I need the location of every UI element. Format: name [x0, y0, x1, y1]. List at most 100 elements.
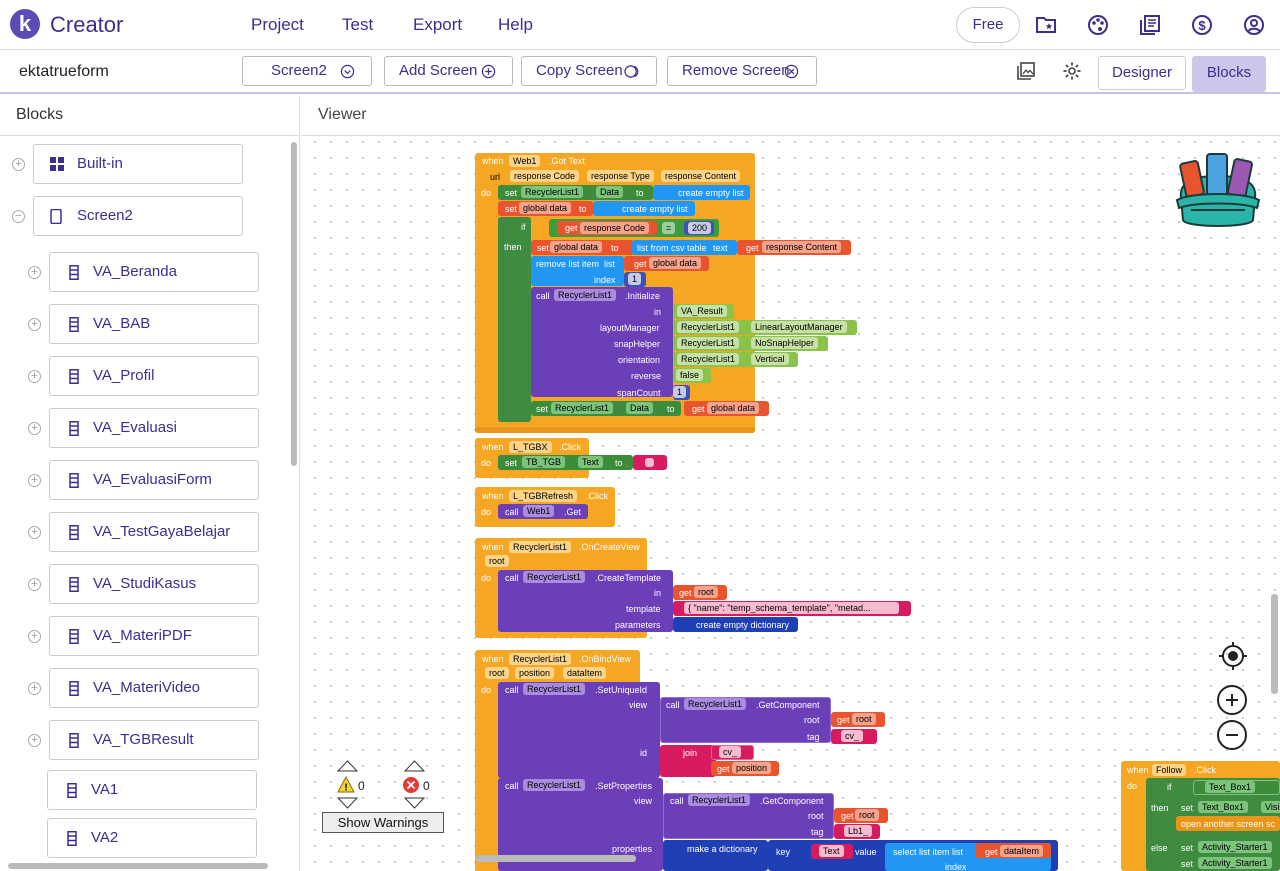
component-dropdown[interactable]: Activity_Starter1 [1198, 841, 1272, 853]
number-value[interactable]: 1 [673, 386, 687, 398]
tree-item-component[interactable]: VA_StudiKasus [49, 564, 259, 604]
component-dropdown[interactable]: RecyclerList1 [551, 402, 614, 414]
property-dropdown[interactable]: LinearLayoutManager [751, 321, 847, 333]
horizontal-scrollbar[interactable] [8, 863, 268, 869]
boolean-dropdown[interactable]: false [676, 369, 704, 381]
component-dropdown[interactable]: RecyclerList1 [677, 353, 740, 365]
blocks-viewer[interactable]: Viewer when Web1 .Got Text url response … [301, 96, 1280, 871]
expand-icon[interactable]: + [28, 526, 41, 539]
menu-test[interactable]: Test [342, 15, 373, 35]
component-dropdown[interactable]: VA_Result [677, 305, 727, 317]
zoom-in-button[interactable] [1217, 685, 1247, 715]
property-dropdown[interactable]: Visi [1261, 801, 1280, 813]
screen-select[interactable]: Screen2 [242, 56, 372, 86]
variable-dropdown[interactable]: response Code [580, 222, 650, 234]
tree-item-component[interactable]: VA_Evaluasi [49, 408, 259, 448]
tree-item-component[interactable]: VA2 [47, 818, 257, 858]
variable-dropdown[interactable]: global data [649, 257, 702, 269]
string-value[interactable]: Text [819, 845, 844, 857]
tree-item-component[interactable]: VA_TGBResult [49, 720, 259, 760]
string-value[interactable]: cv_ [719, 746, 742, 758]
property-dropdown[interactable]: NoSnapHelper [751, 337, 819, 349]
component-dropdown[interactable]: L_TGBX [509, 441, 552, 453]
tree-item-component[interactable]: VA_TestGayaBelajar [49, 512, 259, 552]
param-response-content[interactable]: response Content [661, 170, 741, 182]
menu-export[interactable]: Export [413, 15, 462, 35]
workspace[interactable]: when Web1 .Got Text url response Code re… [301, 136, 1280, 871]
number-value[interactable]: 200 [688, 222, 712, 234]
property-dropdown[interactable]: Data [626, 402, 654, 414]
logo-icon[interactable]: k [10, 9, 40, 39]
folder-star-icon[interactable] [1034, 13, 1058, 37]
component-dropdown[interactable]: RecyclerList1 [523, 779, 586, 791]
library-icon[interactable] [1138, 13, 1162, 37]
arrow-down-icon[interactable] [337, 797, 358, 809]
workspace-vertical-scrollbar[interactable] [1271, 594, 1278, 694]
dollar-icon[interactable]: $ [1190, 13, 1214, 37]
expand-icon[interactable]: + [28, 578, 41, 591]
variable-dropdown[interactable]: global data [519, 202, 572, 214]
recenter-icon[interactable] [1218, 641, 1248, 671]
component-dropdown[interactable]: RecyclerList1 [684, 698, 747, 710]
string-value[interactable]: Lb1_ [844, 825, 873, 837]
param-response-code[interactable]: response Code [510, 170, 580, 182]
expand-icon[interactable]: + [28, 422, 41, 435]
tree-item-component[interactable]: VA_MateriPDF [49, 616, 259, 656]
component-dropdown[interactable]: Web1 [523, 505, 555, 517]
tree-item-component[interactable]: VA_Beranda [49, 252, 259, 292]
palette-icon[interactable] [1086, 13, 1110, 37]
tree-item-component[interactable]: VA_Profil [49, 356, 259, 396]
component-dropdown[interactable]: RecyclerList1 [677, 337, 740, 349]
arrow-down-icon[interactable] [404, 797, 425, 809]
backpack-icon[interactable] [1171, 148, 1265, 232]
menu-project[interactable]: Project [251, 15, 304, 35]
arrow-up-icon[interactable] [337, 760, 358, 772]
tree-item-component[interactable]: VA1 [47, 770, 257, 810]
free-plan-button[interactable]: Free [956, 7, 1020, 43]
expand-icon[interactable]: + [28, 734, 41, 747]
tree-item-built-in[interactable]: Built-in [33, 144, 243, 184]
arrow-up-icon[interactable] [404, 760, 425, 772]
param-root[interactable]: root [485, 667, 509, 679]
component-dropdown[interactable]: RecyclerList1 [509, 541, 572, 553]
property-dropdown[interactable]: Text [578, 456, 603, 468]
component-dropdown[interactable]: Text_Box1 [1198, 801, 1249, 813]
variable-dropdown[interactable]: response Content [762, 241, 842, 253]
blocks-button[interactable]: Blocks [1192, 56, 1266, 92]
variable-dropdown[interactable]: global data [550, 241, 603, 253]
variable-dropdown[interactable]: root [694, 586, 718, 598]
zoom-out-button[interactable] [1217, 720, 1247, 750]
variable-dropdown[interactable]: root [852, 713, 876, 725]
tree-item-component[interactable]: VA_BAB [49, 304, 259, 344]
expand-icon[interactable]: + [28, 682, 41, 695]
component-dropdown[interactable]: RecyclerList1 [523, 571, 586, 583]
component-dropdown[interactable]: RecyclerList1 [523, 683, 586, 695]
component-dropdown[interactable]: Web1 [509, 155, 541, 167]
component-dropdown[interactable]: RecyclerList1 [554, 289, 617, 301]
designer-button[interactable]: Designer [1098, 56, 1186, 90]
app-name[interactable]: Creator [50, 12, 123, 38]
component-dropdown[interactable]: RecyclerList1 [688, 794, 751, 806]
number-value[interactable]: 1 [628, 273, 642, 285]
gallery-icon[interactable] [1016, 61, 1036, 81]
collapse-icon[interactable]: − [12, 210, 25, 223]
tree-item-screen2[interactable]: Screen2 [33, 196, 243, 236]
component-dropdown[interactable]: L_TGBRefresh [509, 490, 578, 502]
component-dropdown[interactable]: Follow [1152, 764, 1187, 776]
param-root[interactable]: root [485, 555, 509, 567]
expand-icon[interactable]: + [28, 318, 41, 331]
component-dropdown[interactable]: RecyclerList1 [521, 186, 584, 198]
expand-icon[interactable]: + [28, 266, 41, 279]
add-screen-button[interactable]: Add Screen [384, 56, 513, 86]
template-string[interactable]: { "name": "temp_schema_template", "metad… [684, 602, 899, 614]
menu-help[interactable]: Help [498, 15, 533, 35]
property-dropdown[interactable]: Vertical [751, 353, 789, 365]
variable-dropdown[interactable]: position [732, 762, 772, 774]
param-position[interactable]: position [515, 667, 555, 679]
tree-item-component[interactable]: VA_MateriVideo [49, 668, 259, 708]
tree-item-component[interactable]: VA_EvaluasiForm [49, 460, 259, 500]
vertical-scrollbar[interactable] [291, 142, 297, 466]
component-dropdown[interactable]: Text_Box1 [1205, 781, 1256, 793]
workspace-horizontal-scrollbar[interactable] [476, 855, 636, 862]
component-dropdown[interactable]: Activity_Starter1 [1198, 857, 1272, 869]
